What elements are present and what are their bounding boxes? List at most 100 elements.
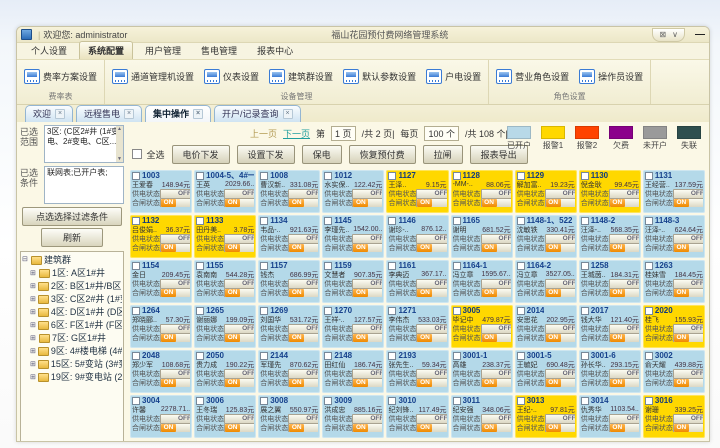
meter-checkbox[interactable]	[132, 262, 140, 270]
supply-toggle[interactable]: OFF	[288, 369, 318, 378]
meter-checkbox[interactable]	[453, 397, 461, 405]
minimize-icon[interactable]: —	[695, 29, 705, 40]
breaker-toggle[interactable]: ON	[545, 198, 575, 207]
breaker-toggle[interactable]: ON	[224, 378, 254, 387]
meter-checkbox[interactable]	[196, 217, 204, 225]
meter-checkbox[interactable]	[196, 172, 204, 180]
meter-checkbox[interactable]	[453, 307, 461, 315]
breaker-toggle[interactable]: ON	[288, 243, 318, 252]
supply-toggle[interactable]: OFF	[481, 279, 511, 288]
breaker-toggle[interactable]: ON	[288, 288, 318, 297]
meter-checkbox[interactable]	[453, 217, 461, 225]
tab-远程售电[interactable]: 远程售电×	[76, 105, 142, 122]
breaker-toggle[interactable]: ON	[481, 198, 511, 207]
expand-icon[interactable]: ⊞	[30, 347, 36, 357]
ribbon-button[interactable]: 默认参数设置	[340, 67, 419, 86]
supply-toggle[interactable]: OFF	[352, 279, 382, 288]
filter-select-button[interactable]: 点选选择过滤条件	[22, 207, 122, 226]
checkbox-icon[interactable]	[132, 149, 142, 159]
supply-toggle[interactable]: OFF	[288, 189, 318, 198]
prev-page-link[interactable]: 上一页	[250, 127, 277, 140]
supply-toggle[interactable]: OFF	[224, 369, 254, 378]
supply-toggle[interactable]: OFF	[288, 324, 318, 333]
tree-item[interactable]: ⊞4区: D区1#井 (D区1...	[22, 306, 122, 319]
breaker-toggle[interactable]: ON	[352, 378, 382, 387]
supply-toggle[interactable]: OFF	[224, 414, 254, 423]
page-number-box[interactable]: 1 页	[331, 126, 356, 141]
expand-icon[interactable]: ⊞	[30, 373, 36, 383]
supply-toggle[interactable]: OFF	[160, 414, 190, 423]
meter-checkbox[interactable]	[581, 352, 589, 360]
refresh-button[interactable]: 刷新	[41, 228, 103, 247]
selected-range-box[interactable]: 3区: (C区2#井 (1#变电、2#变电、C区... ▲▼	[44, 125, 124, 163]
expand-icon[interactable]: ⊞	[30, 295, 36, 305]
ribbon-button[interactable]: 通道管理机设置	[109, 67, 197, 86]
supply-toggle[interactable]: OFF	[481, 189, 511, 198]
breaker-toggle[interactable]: ON	[545, 423, 575, 432]
supply-toggle[interactable]: OFF	[160, 279, 190, 288]
meter-checkbox[interactable]	[388, 262, 396, 270]
supply-toggle[interactable]: OFF	[481, 324, 511, 333]
meter-checkbox[interactable]	[453, 352, 461, 360]
meter-checkbox[interactable]	[517, 352, 525, 360]
supply-toggle[interactable]: OFF	[481, 234, 511, 243]
breaker-toggle[interactable]: ON	[224, 333, 254, 342]
breaker-toggle[interactable]: ON	[352, 423, 382, 432]
supply-toggle[interactable]: OFF	[224, 234, 254, 243]
meter-checkbox[interactable]	[388, 217, 396, 225]
supply-toggle[interactable]: OFF	[352, 324, 382, 333]
supply-toggle[interactable]: OFF	[609, 279, 639, 288]
meter-checkbox[interactable]	[581, 172, 589, 180]
breaker-toggle[interactable]: ON	[673, 378, 703, 387]
meter-checkbox[interactable]	[324, 397, 332, 405]
breaker-toggle[interactable]: ON	[352, 288, 382, 297]
meter-checkbox[interactable]	[324, 172, 332, 180]
breaker-toggle[interactable]: ON	[224, 243, 254, 252]
breaker-toggle[interactable]: ON	[416, 423, 446, 432]
breaker-toggle[interactable]: ON	[224, 423, 254, 432]
supply-toggle[interactable]: OFF	[673, 189, 703, 198]
breaker-toggle[interactable]: ON	[352, 333, 382, 342]
per-page-box[interactable]: 100 个	[424, 126, 459, 141]
ribbon-button[interactable]: 费率方案设置	[21, 67, 100, 86]
supply-toggle[interactable]: OFF	[673, 279, 703, 288]
chevron-down-icon[interactable]: ∨	[672, 30, 678, 39]
meter-checkbox[interactable]	[645, 307, 653, 315]
meter-checkbox[interactable]	[388, 172, 396, 180]
supply-toggle[interactable]: OFF	[416, 369, 446, 378]
toolbar-button-恢复预付费[interactable]: 恢复预付费	[349, 145, 416, 164]
supply-toggle[interactable]: OFF	[609, 369, 639, 378]
menu-item-售电管理[interactable]: 售电管理	[193, 42, 245, 59]
meter-checkbox[interactable]	[260, 397, 268, 405]
breaker-toggle[interactable]: ON	[673, 198, 703, 207]
supply-toggle[interactable]: OFF	[288, 279, 318, 288]
meter-checkbox[interactable]	[517, 307, 525, 315]
supply-toggle[interactable]: OFF	[673, 324, 703, 333]
expand-icon[interactable]: ⊞	[30, 282, 36, 292]
ribbon-button[interactable]: 建筑群设置	[266, 67, 336, 86]
supply-toggle[interactable]: OFF	[545, 189, 575, 198]
tree-item[interactable]: ⊞7区: G区1#井	[22, 332, 122, 345]
breaker-toggle[interactable]: ON	[545, 288, 575, 297]
meter-checkbox[interactable]	[645, 397, 653, 405]
breaker-toggle[interactable]: ON	[481, 423, 511, 432]
breaker-toggle[interactable]: ON	[481, 243, 511, 252]
supply-toggle[interactable]: OFF	[352, 369, 382, 378]
toolbar-button-保电[interactable]: 保电	[302, 145, 342, 164]
meter-checkbox[interactable]	[324, 217, 332, 225]
meter-checkbox[interactable]	[324, 352, 332, 360]
breaker-toggle[interactable]: ON	[160, 333, 190, 342]
expand-icon[interactable]: ⊞	[30, 308, 36, 318]
supply-toggle[interactable]: OFF	[416, 234, 446, 243]
ribbon-button[interactable]: 仪表设置	[201, 67, 262, 86]
meter-checkbox[interactable]	[581, 397, 589, 405]
supply-toggle[interactable]: OFF	[609, 189, 639, 198]
supply-toggle[interactable]: OFF	[352, 234, 382, 243]
breaker-toggle[interactable]: ON	[609, 378, 639, 387]
meter-checkbox[interactable]	[645, 172, 653, 180]
meter-checkbox[interactable]	[324, 307, 332, 315]
supply-toggle[interactable]: OFF	[545, 414, 575, 423]
meter-checkbox[interactable]	[132, 172, 140, 180]
meter-checkbox[interactable]	[517, 397, 525, 405]
tree-item[interactable]: ⊞9区: 4#楼电梯 (4#楼...	[22, 345, 122, 358]
